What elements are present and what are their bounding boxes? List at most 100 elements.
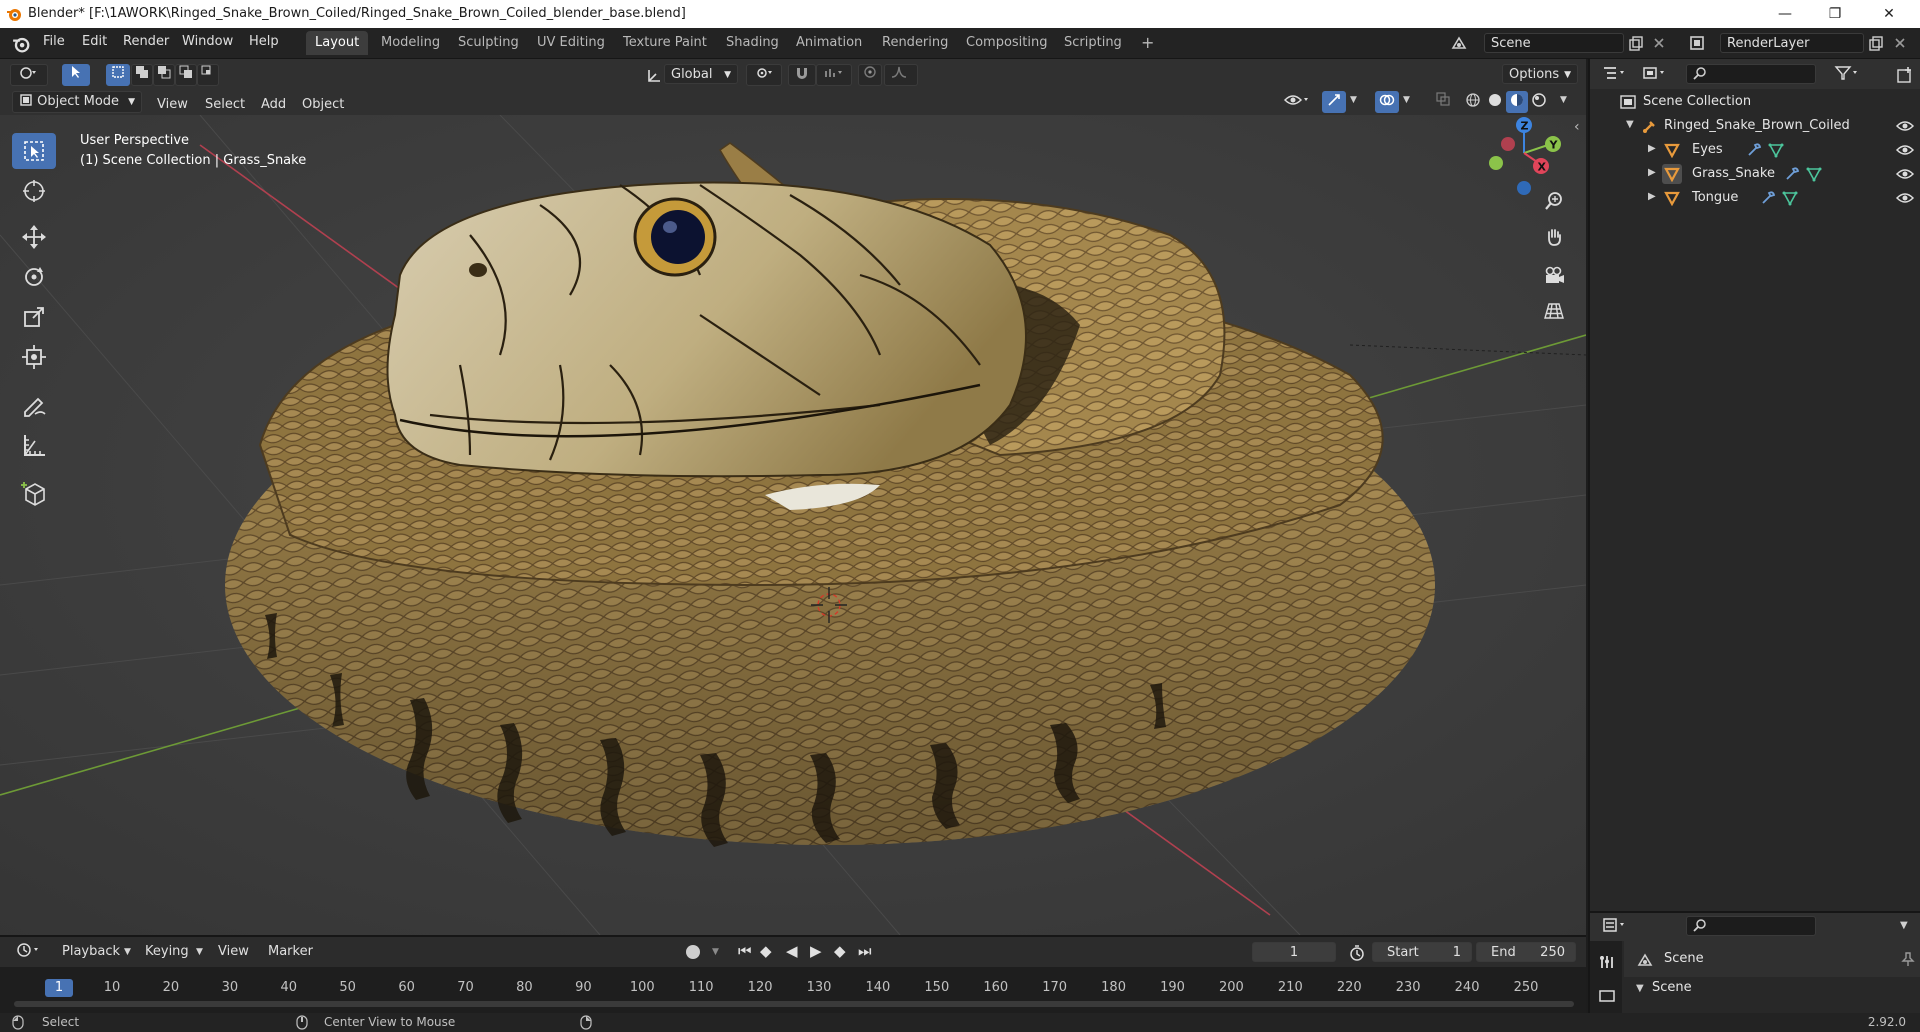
end-frame-input[interactable]: End 250 <box>1476 942 1576 962</box>
use-preview-range-icon[interactable] <box>1348 944 1366 962</box>
tool-scale[interactable] <box>12 299 56 335</box>
render-layer-selector[interactable]: RenderLayer <box>1720 33 1864 53</box>
eye-icon[interactable] <box>1896 119 1914 133</box>
minimize-button[interactable]: — <box>1762 0 1808 28</box>
select-box-subtract-button[interactable] <box>153 64 175 86</box>
scene-section[interactable]: ▼ Scene <box>1624 977 1920 1015</box>
record-keyframes-button[interactable] <box>686 945 700 959</box>
snap-toggle[interactable] <box>788 64 816 86</box>
shading-wireframe-button[interactable] <box>1462 91 1484 113</box>
new-collection-icon[interactable] <box>1896 66 1914 84</box>
outliner-search-input[interactable] <box>1686 64 1816 84</box>
camera-view-button[interactable] <box>1540 261 1568 289</box>
current-frame-input[interactable]: 1 <box>1252 942 1336 962</box>
scene-selector[interactable]: Scene <box>1484 33 1624 53</box>
pivot-point-dropdown[interactable] <box>746 64 782 86</box>
remove-render-layer-icon[interactable] <box>1893 36 1907 50</box>
chevron-down-icon[interactable]: ▼ <box>1900 920 1908 931</box>
snap-target-dropdown[interactable] <box>816 64 852 86</box>
properties-search-input[interactable] <box>1686 916 1816 936</box>
transform-orientation-dropdown[interactable]: Global ▼ <box>664 64 738 84</box>
modifier-wrench-icon[interactable] <box>1760 190 1776 206</box>
select-box-invert-button[interactable] <box>175 64 197 86</box>
tool-annotate[interactable] <box>12 387 56 423</box>
tool-move[interactable] <box>12 219 56 255</box>
mesh-data-icon[interactable] <box>1782 190 1798 206</box>
zoom-view-button[interactable] <box>1540 187 1568 215</box>
tab-modeling[interactable]: Modeling <box>372 31 449 55</box>
overlays-toggle[interactable] <box>1375 91 1399 113</box>
expand-arrow-icon[interactable]: ▶ <box>1648 191 1656 202</box>
tab-texture-paint[interactable]: Texture Paint <box>614 31 716 55</box>
proportional-falloff-dropdown[interactable] <box>884 64 918 86</box>
xray-toggle[interactable] <box>1432 91 1454 113</box>
properties-editor-type-button[interactable] <box>1598 916 1632 938</box>
timeline-scrollbar[interactable] <box>14 1001 1574 1007</box>
timeline-menu-view[interactable]: View <box>218 944 249 959</box>
editor-type-button[interactable] <box>10 64 48 86</box>
expand-arrow-icon[interactable]: ▼ <box>1626 119 1634 130</box>
modifier-wrench-icon[interactable] <box>1784 166 1800 182</box>
render-tab-icon[interactable] <box>1598 987 1616 1005</box>
tab-uv-editing[interactable]: UV Editing <box>528 31 614 55</box>
restore-button[interactable]: ❐ <box>1812 0 1858 28</box>
shading-solid-button[interactable] <box>1484 91 1506 113</box>
tool-measure[interactable] <box>12 427 56 463</box>
tab-rendering[interactable]: Rendering <box>873 31 957 55</box>
jump-to-start-icon[interactable]: ⏮ <box>738 942 752 960</box>
eye-icon[interactable] <box>1896 191 1914 205</box>
menu-help[interactable]: Help <box>249 34 279 49</box>
play-reverse-icon[interactable]: ◀ <box>786 942 798 960</box>
scene-icon[interactable] <box>1450 34 1468 52</box>
mesh-data-icon[interactable] <box>1768 142 1784 158</box>
blender-menu-icon[interactable] <box>12 35 30 53</box>
proportional-editing-toggle[interactable] <box>858 64 882 86</box>
visibility-dropdown[interactable] <box>1280 91 1314 113</box>
tool-select-box[interactable] <box>12 133 56 169</box>
shading-rendered-button[interactable] <box>1528 91 1550 113</box>
timeline-menu-marker[interactable]: Marker <box>268 944 313 959</box>
copy-render-layer-icon[interactable] <box>1868 36 1884 52</box>
viewport-menu-view[interactable]: View <box>157 97 188 112</box>
tool-transform[interactable] <box>12 339 56 375</box>
menu-render[interactable]: Render <box>123 34 169 49</box>
viewport-menu-select[interactable]: Select <box>205 97 245 112</box>
tab-shading[interactable]: Shading <box>717 31 788 55</box>
tool-settings-tab-icon[interactable] <box>1598 953 1616 971</box>
select-mode-tweak-button[interactable] <box>62 64 90 86</box>
shading-material-preview-button[interactable] <box>1506 91 1528 113</box>
tab-sculpting[interactable]: Sculpting <box>449 31 528 55</box>
start-frame-input[interactable]: Start 1 <box>1372 942 1472 962</box>
sidebar-toggle-arrow-icon[interactable]: ‹ <box>1574 119 1580 135</box>
viewport-menu-object[interactable]: Object <box>302 97 344 112</box>
tool-cursor[interactable] <box>12 173 56 209</box>
mesh-data-icon[interactable] <box>1806 166 1822 182</box>
tab-scripting[interactable]: Scripting <box>1055 31 1131 55</box>
chevron-down-icon[interactable]: ▼ <box>124 947 131 957</box>
menu-file[interactable]: File <box>43 34 65 49</box>
timeline-menu-keying[interactable]: Keying <box>145 944 189 959</box>
outliner-row-tongue[interactable]: ▶ Tongue <box>1590 186 1920 210</box>
select-box-extend-button[interactable] <box>131 64 153 86</box>
viewport-menu-add[interactable]: Add <box>261 97 286 112</box>
chevron-down-icon[interactable]: ▼ <box>1560 95 1567 105</box>
tab-animation[interactable]: Animation <box>787 31 871 55</box>
eye-icon[interactable] <box>1896 167 1914 181</box>
timeline-editor-type-button[interactable] <box>10 941 48 963</box>
outliner-editor-type-button[interactable] <box>1598 64 1632 86</box>
jump-to-next-keyframe-icon[interactable]: ◆ <box>834 942 846 960</box>
chevron-down-icon[interactable]: ▼ <box>712 947 719 957</box>
close-window-button[interactable]: ✕ <box>1866 0 1912 28</box>
expand-arrow-icon[interactable]: ▼ <box>1636 983 1644 994</box>
menu-window[interactable]: Window <box>182 34 233 49</box>
pin-icon[interactable] <box>1900 951 1916 967</box>
expand-arrow-icon[interactable]: ▶ <box>1648 167 1656 178</box>
outliner-row-grass-snake[interactable]: ▶ Grass_Snake <box>1590 162 1920 186</box>
outliner-row-scene-collection[interactable]: Scene Collection <box>1590 90 1920 114</box>
pan-view-button[interactable] <box>1540 223 1568 251</box>
jump-to-end-icon[interactable]: ⏭ <box>858 942 872 960</box>
options-dropdown[interactable]: Options ▼ <box>1502 64 1578 84</box>
gizmo-toggle[interactable] <box>1322 91 1346 113</box>
filter-dropdown[interactable] <box>1830 64 1864 86</box>
tab-compositing[interactable]: Compositing <box>957 31 1057 55</box>
